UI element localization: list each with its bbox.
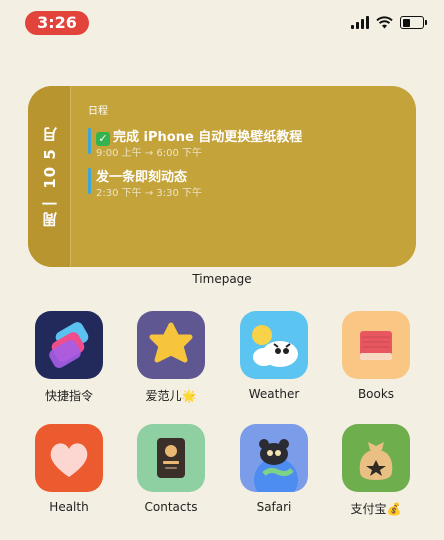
status-icons <box>351 16 427 29</box>
app-label: Weather <box>248 387 300 401</box>
widget-date-text: 周一 10 5 月 <box>40 126 59 227</box>
shortcuts-icon <box>35 311 103 379</box>
ifanr-icon <box>137 311 205 379</box>
widget-date: 周一 10 5 月 <box>28 86 70 267</box>
app-label: Health <box>49 500 89 514</box>
app-contacts[interactable]: Contacts <box>121 424 221 514</box>
event-time: 2:30 下午 → 3:30 下午 <box>96 188 203 199</box>
alipay-icon <box>342 424 410 492</box>
app-label: Safari <box>256 500 292 514</box>
status-bar: 3:26 <box>0 0 444 44</box>
app-label: Contacts <box>144 500 198 514</box>
contacts-icon <box>137 424 205 492</box>
app-weather[interactable]: Weather <box>224 311 324 401</box>
app-label: Books <box>357 387 395 401</box>
widget-section-label: 日程 <box>88 106 108 117</box>
widget-name: Timepage <box>192 272 252 286</box>
app-ifanr[interactable]: 爱范儿🌟 <box>121 311 221 404</box>
event-time: 9:00 上午 → 6:00 下午 <box>96 148 203 159</box>
app-safari[interactable]: Safari <box>224 424 324 514</box>
wifi-icon <box>376 16 393 29</box>
cellular-signal-icon <box>351 16 369 29</box>
app-alipay[interactable]: 支付宝💰 <box>326 424 426 517</box>
health-icon <box>35 424 103 492</box>
safari-icon <box>240 424 308 492</box>
event-title: 发一条即刻动态 <box>96 170 188 185</box>
app-label: 支付宝💰 <box>350 502 402 516</box>
event-title-text: 完成 iPhone 自动更换壁纸教程 <box>113 130 303 145</box>
battery-icon <box>400 16 427 29</box>
app-shortcuts[interactable]: 快捷指令 <box>19 311 119 404</box>
app-books[interactable]: Books <box>326 311 426 401</box>
timepage-widget[interactable]: 周一 10 5 月 日程 ✓ 完成 iPhone 自动更换壁纸教程 9:00 上午… <box>28 86 416 267</box>
status-time[interactable]: 3:26 <box>25 11 89 35</box>
books-icon <box>342 311 410 379</box>
app-health[interactable]: Health <box>19 424 119 514</box>
app-label: 快捷指令 <box>44 389 93 403</box>
app-label: 爱范儿🌟 <box>145 389 197 403</box>
event-color-bar <box>88 168 91 194</box>
event-title: ✓ 完成 iPhone 自动更换壁纸教程 <box>96 126 302 146</box>
event-color-bar <box>88 128 91 154</box>
weather-icon <box>240 311 308 379</box>
